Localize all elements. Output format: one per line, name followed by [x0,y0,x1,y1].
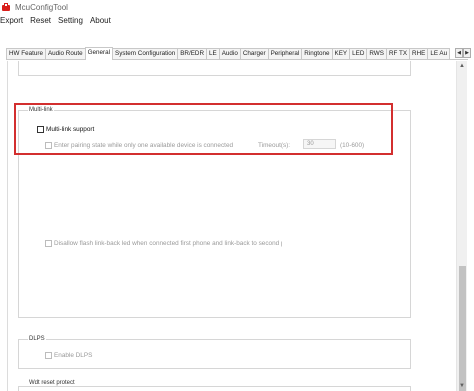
tab-ringtone[interactable]: Ringtone [301,48,333,59]
tab-le[interactable]: LE [206,48,220,59]
menu-export[interactable]: Export [0,16,27,25]
enter-pairing-checkbox[interactable] [45,142,52,149]
tab-general[interactable]: General [84,47,114,60]
enable-dlps-row: Enable DLPS [45,352,92,359]
enter-pairing-label: Enter pairing state while only one avail… [54,142,234,149]
tab-bar: HW Feature Audio Route General System Co… [6,47,471,60]
tab-key[interactable]: KEY [331,48,351,59]
settings-panel: Multi-link Multi-link support Enter pair… [7,61,456,391]
enable-dlps-checkbox[interactable] [45,352,52,359]
multilink-group-title: Multi-link [28,107,54,113]
vertical-scrollbar[interactable]: ▲ ▼ [456,61,467,391]
menu-reset[interactable]: Reset [30,16,55,25]
tab-hw-feature[interactable]: HW Feature [6,48,46,59]
previous-group-box [18,61,411,76]
scroll-thumb[interactable] [459,266,466,391]
scroll-down-icon[interactable]: ▼ [457,381,467,391]
tab-charger[interactable]: Charger [239,48,269,59]
multilink-support-checkbox[interactable] [37,126,44,133]
tab-audio[interactable]: Audio [218,48,241,59]
wdt-group-title: Wdt reset protect [28,380,76,386]
multilink-support-row[interactable]: Multi-link support [37,126,94,133]
tab-system-configuration[interactable]: System Configuration [112,48,179,59]
disallow-flash-row: Disallow flash link-back led when connec… [45,240,282,247]
tab-rhe[interactable]: RHE [409,48,429,59]
menu-about[interactable]: About [90,16,115,25]
menu-bar: Export Reset Setting About [0,14,474,26]
timeout-range-label: (10-600) [340,142,365,149]
tab-rws[interactable]: RWS [366,48,387,59]
multilink-support-label: Multi-link support [46,126,95,133]
tab-peripheral[interactable]: Peripheral [267,48,303,59]
enable-dlps-label: Enable DLPS [54,352,93,359]
title-bar: McuConfigTool [0,0,474,14]
disallow-flash-label: Disallow flash link-back led when connec… [54,240,282,247]
app-icon [2,2,11,12]
scroll-up-icon[interactable]: ▲ [457,61,467,71]
tab-led[interactable]: LED [349,48,368,59]
window-title: McuConfigTool [15,2,68,12]
timeout-label: Timeout(s): [258,142,291,149]
enter-pairing-row: Enter pairing state while only one avail… [45,142,233,149]
disallow-flash-checkbox[interactable] [45,240,52,247]
timeout-input[interactable]: 30 [303,139,336,149]
wdt-group [18,386,411,391]
menu-setting[interactable]: Setting [58,16,87,25]
tab-le-audio[interactable]: LE Au [427,48,451,59]
tab-br-edr[interactable]: BR/EDR [177,48,208,59]
tab-audio-route[interactable]: Audio Route [44,48,86,59]
tab-scroll-buttons: ◀ ▶ [455,48,471,58]
tab-scroll-right-icon[interactable]: ▶ [463,48,471,58]
dlps-group-title: DLPS [28,336,46,342]
tab-scroll-left-icon[interactable]: ◀ [455,48,463,58]
tab-rf-tx[interactable]: RF TX [385,48,411,59]
